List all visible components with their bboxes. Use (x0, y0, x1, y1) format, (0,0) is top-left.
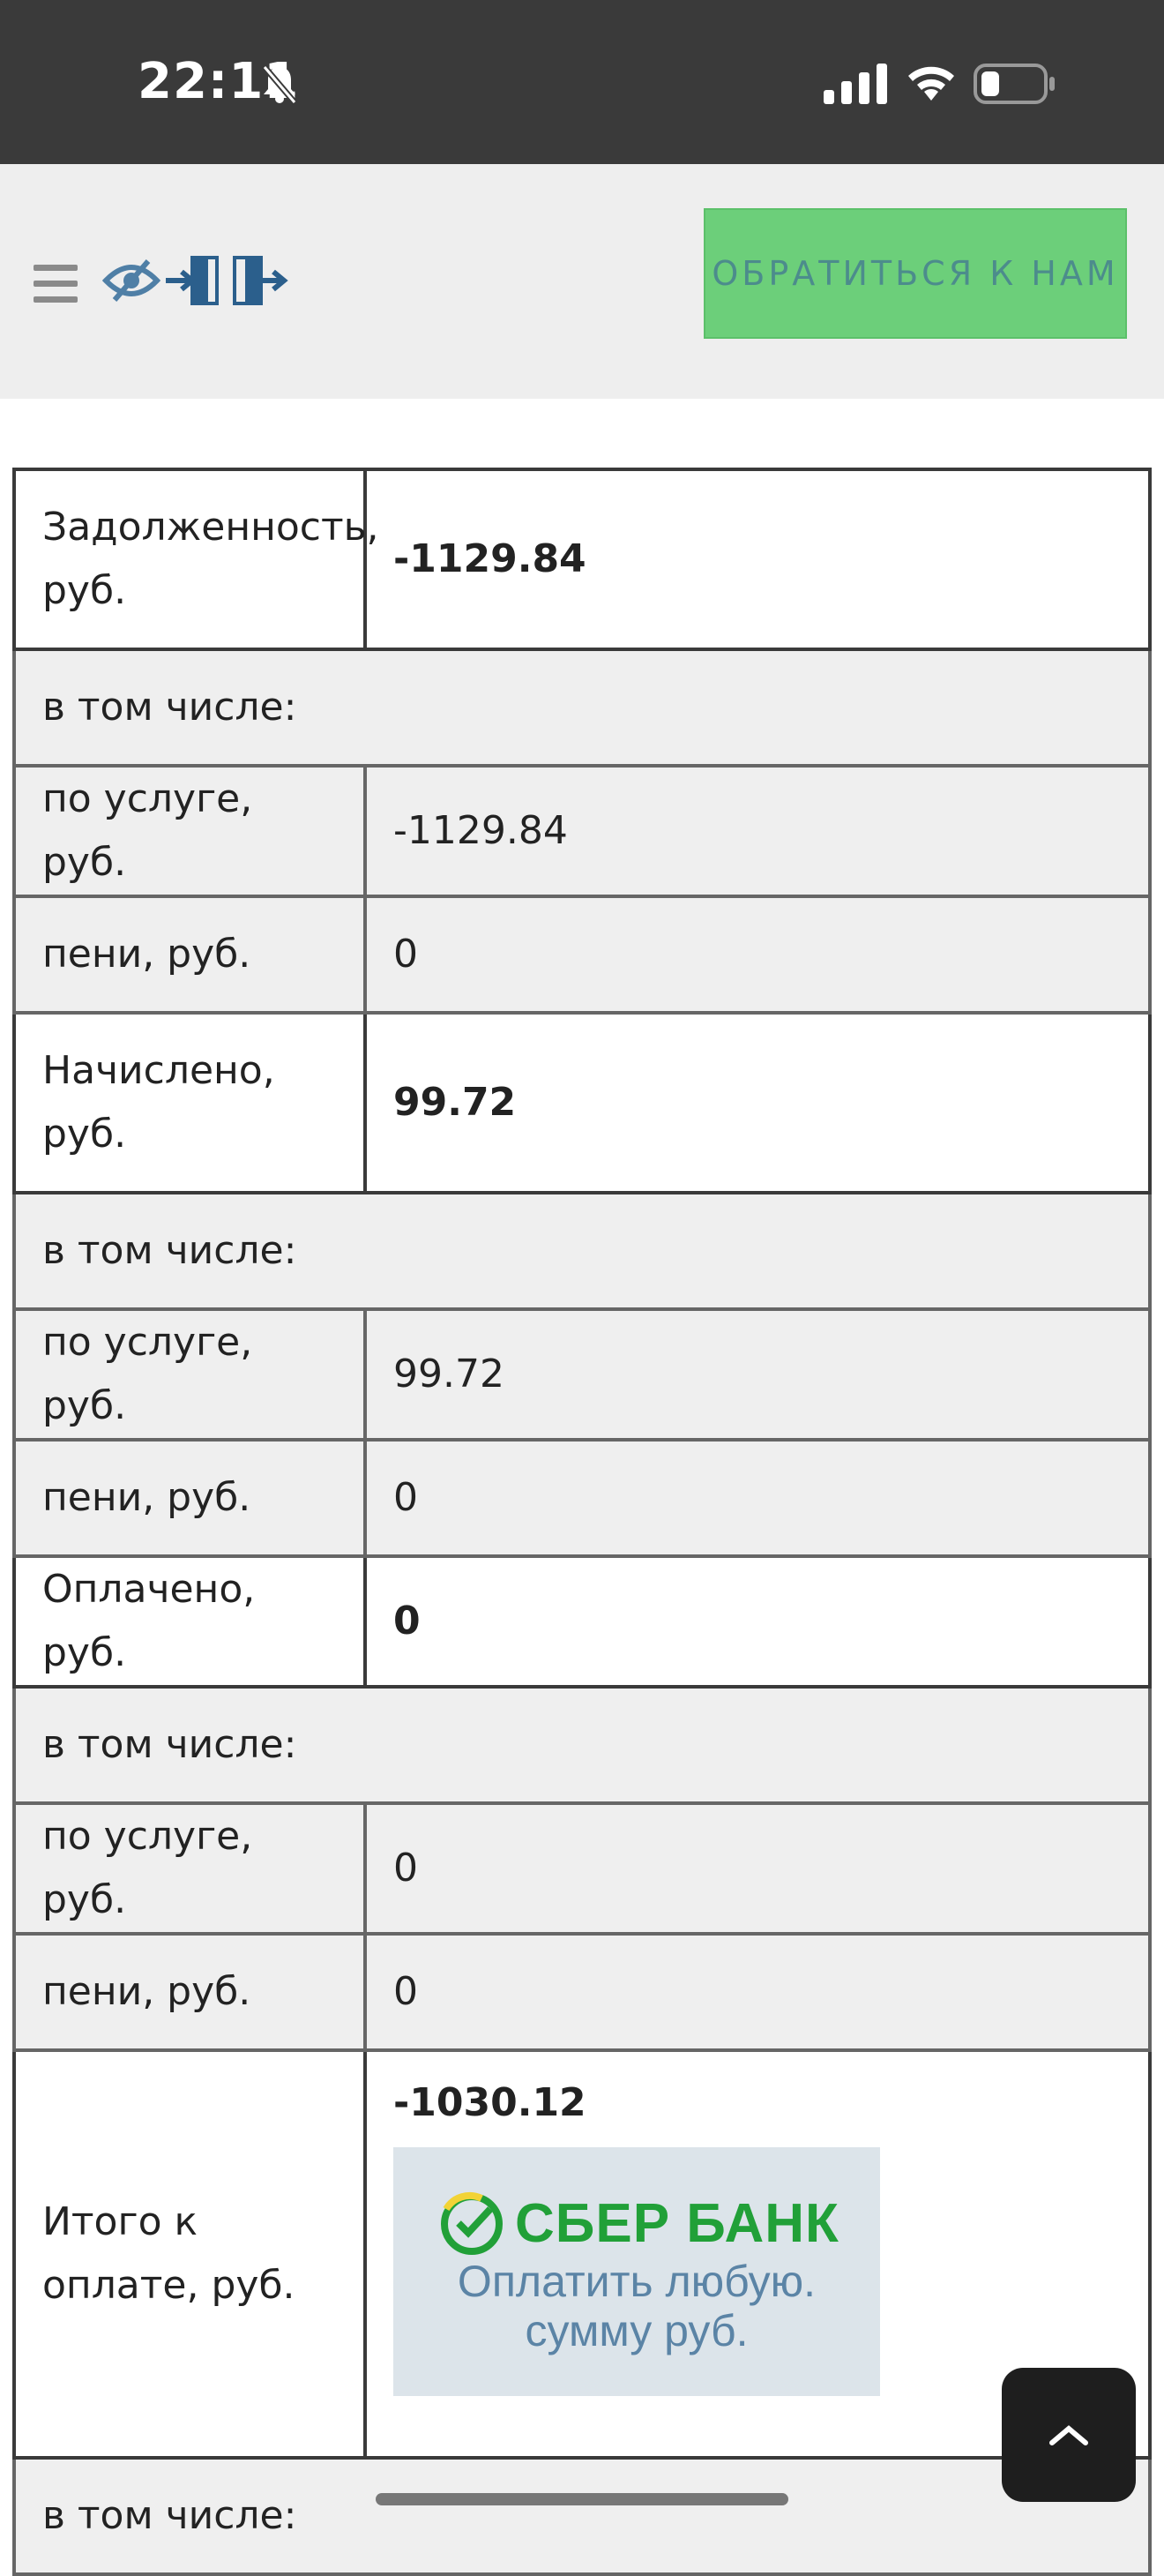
table-row: по услуге, руб. 99.72 (12, 1307, 1152, 1442)
row-label: по услуге, руб. (12, 1801, 367, 1936)
scroll-to-top-button[interactable] (1002, 2368, 1136, 2502)
login-icon[interactable] (164, 252, 222, 309)
row-value: 99.72 (363, 1307, 1152, 1442)
row-label: по услуге, руб. (12, 764, 367, 898)
sber-brand-text: СБЕР БАНК (515, 2193, 839, 2254)
table-row: по услуге, руб. -1129.84 (12, 764, 1152, 898)
contact-us-button[interactable]: ОБРАТИТЬСЯ К НАМ (704, 208, 1127, 339)
row-value: -1129.84 (363, 764, 1152, 898)
wifi-icon (908, 66, 954, 101)
table-row: пени, руб. 0 (12, 1438, 1152, 1558)
sber-caption: Оплатить любую. сумму руб. (393, 2257, 880, 2355)
sber-caption-line2: сумму руб. (525, 2306, 749, 2355)
table-row: Итого к оплате, руб. -1030.12 СБЕР БАНК … (12, 2048, 1152, 2460)
sber-logo: СБЕР БАНК (439, 2191, 839, 2257)
row-label: по услуге, руб. (12, 1307, 367, 1442)
row-label: в том числе: (12, 1685, 1152, 1805)
row-value: -1129.84 (363, 468, 1152, 651)
table-row: Задолженность, руб. -1129.84 (12, 468, 1152, 651)
site-header: ОБРАТИТЬСЯ К НАМ (0, 164, 1164, 399)
table-row: по услуге, руб. 0 (12, 1801, 1152, 1936)
status-bar: 22:11 (0, 0, 1164, 164)
chevron-up-icon (1049, 2425, 1088, 2445)
menu-icon[interactable] (34, 265, 78, 303)
row-label: в том числе: (12, 2456, 1152, 2576)
table-row: в том числе: (12, 648, 1152, 768)
home-indicator[interactable] (376, 2493, 788, 2505)
row-value: -1030.12 (393, 2080, 586, 2125)
row-value: 99.72 (363, 1011, 1152, 1194)
signal-icon (824, 64, 887, 104)
row-label: Задолженность, руб. (12, 468, 379, 651)
account-table: Задолженность, руб. -1129.84 в том числе… (12, 468, 1152, 2576)
row-label: пени, руб. (12, 1438, 367, 1558)
table-row: в том числе: (12, 2456, 1152, 2576)
sber-caption-line1: Оплатить любую. (457, 2257, 817, 2306)
row-label: пени, руб. (12, 1932, 367, 2052)
table-row: пени, руб. 0 (12, 1932, 1152, 2052)
battery-icon (974, 64, 1055, 104)
row-value: 0 (363, 1932, 1152, 2052)
table-row: в том числе: (12, 1191, 1152, 1311)
row-label: Начислено, руб. (12, 1011, 367, 1194)
row-value: 0 (363, 1801, 1152, 1936)
row-label: пени, руб. (12, 895, 367, 1015)
logout-icon[interactable] (231, 252, 289, 309)
low-vision-icon[interactable] (102, 258, 160, 303)
row-label: Итого к оплате, руб. (12, 2048, 367, 2460)
row-value: 0 (363, 895, 1152, 1015)
sber-pay-button[interactable]: СБЕР БАНК Оплатить любую. сумму руб. (393, 2147, 880, 2396)
row-value: 0 (363, 1438, 1152, 1558)
row-label: в том числе: (12, 1191, 1152, 1311)
row-label: Оплачено, руб. (12, 1554, 367, 1689)
table-row: Начислено, руб. 99.72 (12, 1011, 1152, 1194)
row-label: в том числе: (12, 648, 1152, 768)
row-value: 0 (363, 1554, 1152, 1689)
table-row: в том числе: (12, 1685, 1152, 1805)
table-row: пени, руб. 0 (12, 895, 1152, 1015)
table-row: Оплачено, руб. 0 (12, 1554, 1152, 1689)
sber-check-icon (441, 2191, 503, 2255)
bell-off-icon (262, 64, 297, 105)
